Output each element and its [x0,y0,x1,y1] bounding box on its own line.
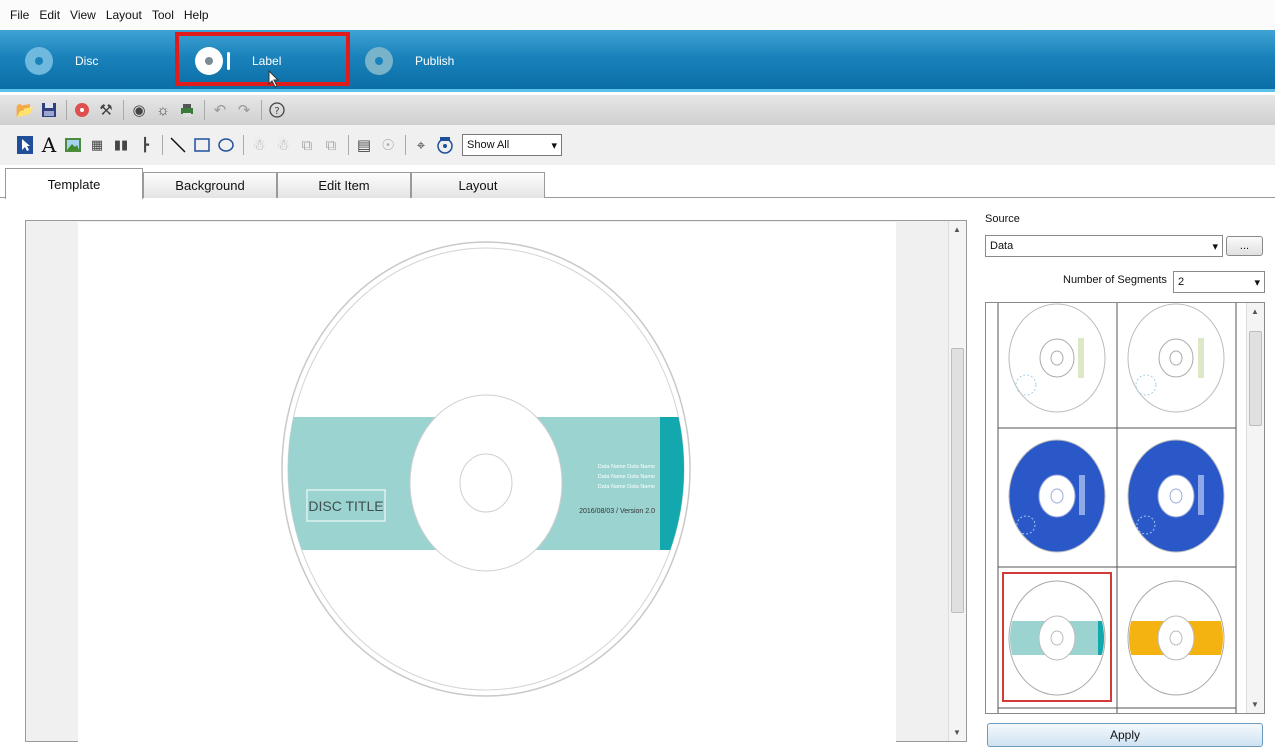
print-icon[interactable] [176,99,198,121]
bring-forward-icon[interactable]: ⧉ [296,134,318,156]
disc-label-preview: DISC TITLE Data Name Data Name Data Name… [281,241,691,697]
scroll-up-icon[interactable]: ▲ [953,225,961,234]
tools-icon[interactable]: ⚒ [95,99,117,121]
align-center-icon[interactable]: ☃ [272,134,294,156]
toolbar-separator [348,135,349,155]
template-thumb[interactable] [1127,303,1225,413]
segments-value: 2 [1178,276,1185,288]
mode-publish-button[interactable]: Publish [365,30,454,92]
toolbar-separator [405,135,406,155]
label-page: DISC TITLE Data Name Data Name Data Name… [78,222,896,742]
tree-tool-icon[interactable]: ┣ [134,134,156,156]
rectangle-tool-icon[interactable] [191,134,213,156]
template-thumb-selected[interactable] [1002,572,1112,702]
drawing-toolbar: A ▦ ▮▮ ┣ ☃ ☃ ⧉ ⧉ ▤ ☉ ⌖ Show All ▾ [0,125,1275,165]
chevron-down-icon: ▾ [551,139,557,152]
source-label: Source [985,213,1020,225]
design-canvas[interactable]: DISC TITLE Data Name Data Name Data Name… [25,220,967,742]
disc-artist-line: Data Name Data Name [598,464,655,470]
tab-template[interactable]: Template [5,168,143,199]
template-thumb[interactable] [1127,439,1225,553]
publish-icon [365,47,393,75]
undo-icon[interactable]: ↶ [209,99,231,121]
canvas-scrollbar[interactable]: ▲ ▼ [948,221,966,741]
toolbar-separator [243,135,244,155]
mouse-cursor-icon [268,70,280,88]
open-folder-icon[interactable]: 📂 [14,99,36,121]
disc-icon [25,47,53,75]
toolbar-separator [123,100,124,120]
grid-tool-icon[interactable]: ▦ [86,134,108,156]
segments-label: Number of Segments [1063,274,1167,286]
toolbar-separator [162,135,163,155]
menu-file[interactable]: File [10,8,29,22]
source-dropdown[interactable]: Data ▾ [985,235,1223,257]
align-left-icon[interactable]: ☃ [248,134,270,156]
scroll-down-icon[interactable]: ▼ [1251,700,1259,709]
menu-edit[interactable]: Edit [39,8,60,22]
chevron-down-icon: ▾ [1254,276,1260,289]
apply-button[interactable]: Apply [987,723,1263,747]
show-all-value: Show All [467,139,510,151]
menu-bar: File Edit View Layout Tool Help [0,0,1275,30]
disc-layout-icon[interactable] [434,134,456,156]
tab-layout[interactable]: Layout [411,172,545,198]
toolbar-separator [66,100,67,120]
barcode-tool-icon[interactable]: ▮▮ [110,134,132,156]
send-backward-icon[interactable]: ⧉ [320,134,342,156]
select-arrow-icon[interactable] [14,134,36,156]
print-disc-icon[interactable] [71,99,93,121]
mode-publish-label: Publish [415,54,455,68]
template-thumb[interactable] [1126,580,1226,696]
three-d-icon[interactable]: ◉ [128,99,150,121]
crop-icon[interactable]: ⌖ [410,134,432,156]
globe-icon[interactable]: ☼ [152,99,174,121]
toolbar-separator [261,100,262,120]
disc-settings-icon[interactable]: ☉ [377,134,399,156]
mode-disc-button[interactable]: Disc [25,30,98,92]
scroll-thumb[interactable] [1249,331,1262,426]
label-highlight-box [175,32,350,86]
browse-button[interactable]: ... [1226,236,1263,256]
image-tool-icon[interactable] [62,134,84,156]
template-thumb[interactable] [1008,439,1106,553]
scroll-up-icon[interactable]: ▲ [1251,307,1259,316]
menu-view[interactable]: View [70,8,96,22]
text-tool-icon[interactable]: A [38,133,60,157]
disc-artist-line: Data Name Data Name [598,484,655,490]
menu-tool[interactable]: Tool [152,8,174,22]
menu-help[interactable]: Help [184,8,209,22]
show-all-dropdown[interactable]: Show All ▾ [462,134,562,156]
disc-title: DISC TITLE [308,498,383,514]
tab-edit-item[interactable]: Edit Item [277,172,411,198]
source-value: Data [990,240,1014,252]
line-tool-icon[interactable] [167,134,189,156]
disc-date-version: 2016/08/03 / Version 2.0 [579,508,655,515]
scroll-down-icon[interactable]: ▼ [953,728,961,737]
tab-bar: Template Background Edit Item Layout [0,168,1275,199]
template-gallery: ▲ ▼ [985,302,1265,714]
disc-artist-line: Data Name Data Name [598,474,655,480]
svg-text:?: ? [274,106,279,117]
segments-dropdown[interactable]: 2 ▾ [1173,271,1265,293]
scroll-thumb[interactable] [951,348,964,613]
template-thumb[interactable] [1008,303,1106,413]
chevron-down-icon: ▾ [1212,240,1218,253]
mode-disc-label: Disc [75,54,99,68]
help-icon[interactable]: ? [266,99,288,121]
toolbar-separator [204,100,205,120]
ellipse-tool-icon[interactable] [215,134,237,156]
template-grid [997,303,1237,713]
redo-icon[interactable]: ↷ [233,99,255,121]
tab-background[interactable]: Background [143,172,277,198]
save-icon[interactable] [38,99,60,121]
gallery-scrollbar[interactable]: ▲ ▼ [1246,303,1264,713]
disc-center-hole [459,453,513,513]
menu-layout[interactable]: Layout [106,8,142,22]
main-toolbar: 📂 ⚒ ◉ ☼ ↶ ↷ ? [0,95,1275,125]
document-properties-icon[interactable]: ▤ [353,134,375,156]
